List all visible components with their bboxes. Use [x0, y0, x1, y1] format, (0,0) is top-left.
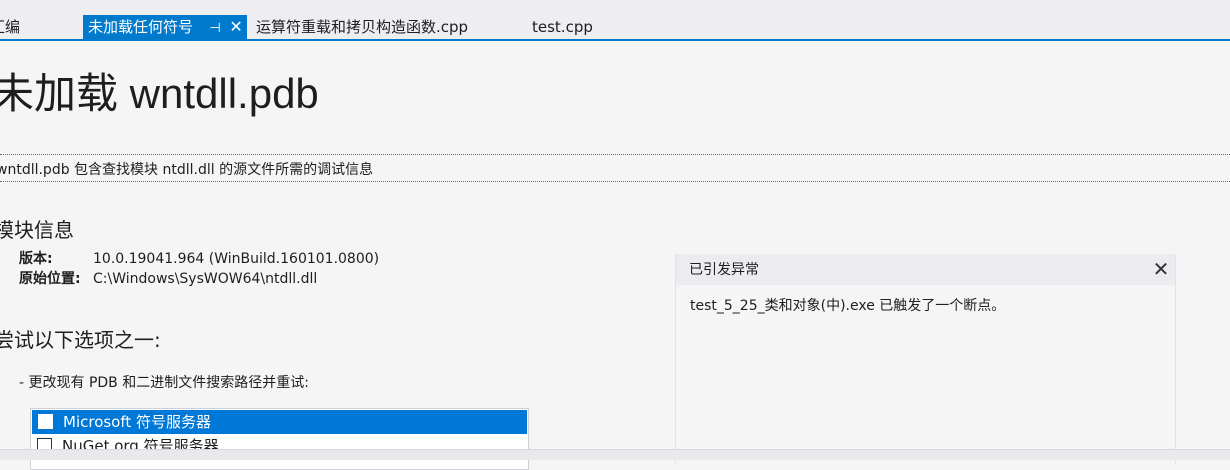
close-icon[interactable]: ✕ — [225, 15, 247, 39]
exception-popup-header: 已引发异常 ✕ — [676, 254, 1175, 285]
checkbox[interactable] — [38, 414, 53, 429]
tab-strip-accent-line — [0, 39, 1230, 41]
module-info-heading: 模块信息 — [0, 218, 74, 242]
page-title: 未加载 wntdll.pdb — [0, 70, 319, 117]
bottom-scroll-bar[interactable] — [0, 449, 1230, 460]
exception-popup: 已引发异常 ✕ test_5_25_类和对象(中).exe 已触发了一个断点。 — [675, 254, 1176, 464]
exception-message: test_5_25_类和对象(中).exe 已触发了一个断点。 — [690, 298, 1006, 314]
options-heading: 尝试以下选项之一: — [0, 328, 161, 352]
tab-label: 未加载任何符号 — [88, 18, 194, 36]
tab-disassembly[interactable]: 汇编 — [0, 15, 20, 39]
tab-test-cpp[interactable]: test.cpp — [532, 15, 593, 39]
pin-icon[interactable]: ⊣ — [205, 17, 225, 41]
tab-operator-overload-cpp[interactable]: 运算符重载和拷贝构造函数.cpp — [256, 15, 468, 39]
divider — [0, 154, 1230, 155]
tab-no-symbols-loaded[interactable]: 未加载任何符号 ⊣ ✕ — [83, 15, 248, 41]
close-icon[interactable]: ✕ — [1150, 256, 1172, 282]
location-value: C:\Windows\SysWOW64\ntdll.dll — [93, 271, 318, 287]
symbol-server-list[interactable]: Microsoft 符号服务器 NuGet.org 符号服务器 — [30, 408, 529, 470]
option-change-search-paths: - 更改现有 PDB 和二进制文件搜索路径并重试: — [19, 375, 309, 391]
exception-popup-title: 已引发异常 — [689, 262, 759, 278]
location-label: 原始位置: — [19, 271, 81, 287]
list-item-label: Microsoft 符号服务器 — [63, 413, 212, 431]
divider — [0, 181, 1230, 182]
version-label: 版本: — [19, 251, 53, 267]
list-item-microsoft-symbol-server[interactable]: Microsoft 符号服务器 — [32, 410, 527, 434]
page-description: wntdll.pdb 包含查找模块 ntdll.dll 的源文件所需的调试信息 — [0, 162, 374, 178]
document-tab-strip: 汇编 未加载任何符号 ⊣✕ 运算符重载和拷贝构造函数.cpp test.cpp — [0, 0, 1230, 39]
version-value: 10.0.19041.964 (WinBuild.160101.0800) — [93, 251, 380, 267]
